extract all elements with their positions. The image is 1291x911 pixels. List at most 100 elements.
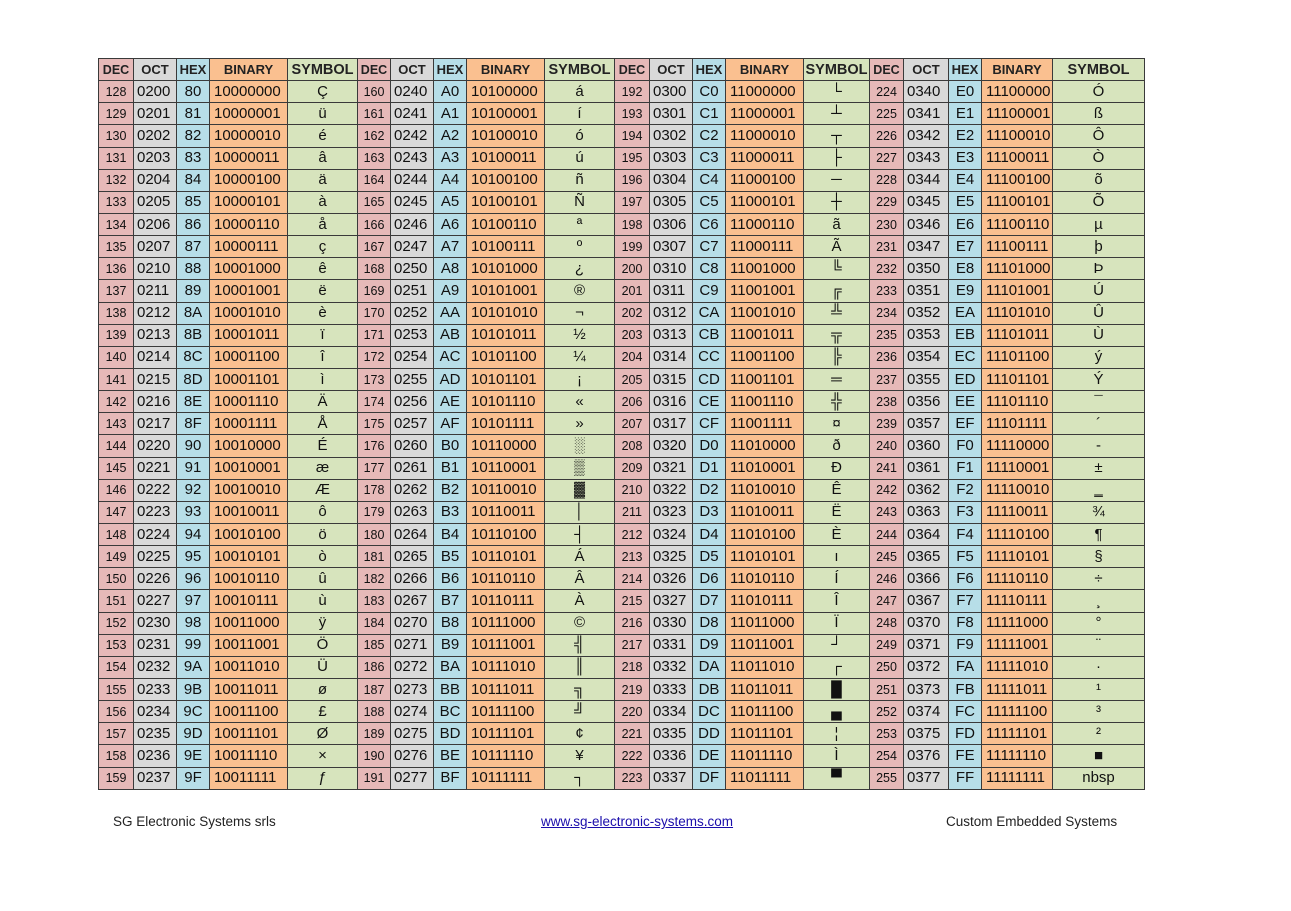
oct-cell: 0260 (390, 434, 434, 458)
symbol-cell: å (287, 212, 358, 237)
oct-cell: 0353 (903, 323, 949, 347)
oct-cell: 0220 (133, 434, 177, 458)
oct-cell: 0252 (390, 301, 434, 325)
dec-cell: 198 (614, 212, 650, 237)
binary-cell: 10000010 (209, 124, 288, 148)
table-row: 128 0200 80 10000000 Ç 160 0240 A0 10100000 á 192 0… (98, 80, 1145, 104)
hex-cell: 84 (176, 168, 210, 192)
hex-cell: EC (948, 345, 982, 369)
binary-cell: 10111100 (466, 700, 545, 724)
binary-cell: 10111000 (466, 611, 545, 635)
binary-cell: 11010001 (725, 456, 804, 480)
symbol-cell: ■ (1052, 744, 1145, 768)
dec-cell: 166 (357, 212, 391, 237)
dec-cell: 158 (98, 744, 134, 768)
oct-cell: 0231 (133, 633, 177, 657)
symbol-cell: Ç (287, 80, 358, 104)
symbol-cell: ± (1052, 456, 1145, 480)
binary-cell: 10011001 (209, 633, 288, 657)
symbol-cell: ¤ (803, 412, 870, 436)
dec-cell: 231 (869, 235, 904, 259)
oct-cell: 0306 (649, 212, 693, 237)
hex-cell: B4 (433, 522, 467, 547)
binary-cell: 11011010 (725, 655, 804, 679)
dec-cell: 199 (614, 235, 650, 259)
oct-cell: 0233 (133, 677, 177, 702)
hex-cell: F2 (948, 478, 982, 502)
symbol-cell: é (287, 124, 358, 148)
dec-cell: 209 (614, 456, 650, 480)
symbol-cell: ║ (544, 655, 615, 679)
header-row: DEC OCT HEX BINARY SYMBOL DEC OCT HEX BINARY SYMB… (98, 57, 1145, 82)
hex-cell: EB (948, 323, 982, 347)
dec-cell: 234 (869, 301, 904, 325)
oct-cell: 0204 (133, 168, 177, 192)
oct-cell: 0263 (390, 500, 434, 524)
table-row: 141 0215 8D 10001101 ì 173 0255 AD 10101101 ¡ 205 0… (98, 367, 1145, 392)
hex-cell: 89 (176, 279, 210, 303)
table-row: 154 0232 9A 10011010 Ü 186 0272 BA 10111010 ║ 218 0… (98, 655, 1145, 679)
oct-cell: 0214 (133, 345, 177, 369)
oct-cell: 0201 (133, 102, 177, 126)
hex-cell: 8D (176, 367, 210, 392)
binary-cell: 10100111 (466, 235, 545, 259)
symbol-cell: ½ (544, 323, 615, 347)
table-row: 132 0204 84 10000100 ä 164 0244 A4 10100100 ñ 196 0… (98, 168, 1145, 192)
binary-cell: 11000110 (725, 212, 804, 237)
symbol-cell: ╗ (544, 677, 615, 702)
dec-cell: 225 (869, 102, 904, 126)
symbol-cell: É (287, 434, 358, 458)
hex-cell: BD (433, 722, 467, 746)
symbol-cell: ┼ (803, 190, 870, 214)
table-row: 152 0230 98 10011000 ÿ 184 0270 B8 10111000 © 216 0… (98, 611, 1145, 635)
oct-cell: 0333 (649, 677, 693, 702)
symbol-cell: º (544, 235, 615, 259)
dec-cell: 184 (357, 611, 391, 635)
binary-cell: 11100000 (981, 80, 1053, 104)
symbol-cell: Ê (803, 478, 870, 502)
symbol-cell: ─ (803, 168, 870, 192)
binary-cell: 11011011 (725, 677, 804, 702)
dec-cell: 150 (98, 567, 134, 591)
binary-cell: 11001111 (725, 412, 804, 436)
binary-cell: 10110101 (466, 545, 545, 569)
binary-cell: 10001111 (209, 412, 288, 436)
oct-cell: 0225 (133, 545, 177, 569)
dec-cell: 206 (614, 390, 650, 414)
dec-cell: 178 (357, 478, 391, 502)
website-link[interactable]: www.sg-electronic-systems.com (541, 814, 733, 829)
hex-cell: C9 (692, 279, 726, 303)
oct-cell: 0224 (133, 522, 177, 547)
hex-cell: A6 (433, 212, 467, 237)
company-tagline: Custom Embedded Systems (946, 814, 1118, 829)
binary-cell: 10111001 (466, 633, 545, 657)
binary-cell: 11110111 (981, 589, 1053, 613)
header-oct: OCT (649, 57, 693, 82)
table-row: 145 0221 91 10010001 æ 177 0261 B1 10110001 ▒ 209 0… (98, 456, 1145, 480)
dec-cell: 230 (869, 212, 904, 237)
header-symbol: SYMBOL (544, 57, 615, 82)
symbol-cell: µ (1052, 212, 1145, 237)
symbol-cell: Ï (803, 611, 870, 635)
dec-cell: 133 (98, 190, 134, 214)
binary-cell: 10100011 (466, 146, 545, 170)
oct-cell: 0302 (649, 124, 693, 148)
hex-cell: A7 (433, 235, 467, 259)
header-dec: DEC (98, 57, 134, 82)
symbol-cell: © (544, 611, 615, 635)
symbol-cell: ³ (1052, 700, 1145, 724)
dec-cell: 143 (98, 412, 134, 436)
hex-cell: A5 (433, 190, 467, 214)
hex-cell: E4 (948, 168, 982, 192)
oct-cell: 0207 (133, 235, 177, 259)
binary-cell: 10000000 (209, 80, 288, 104)
binary-cell: 10011010 (209, 655, 288, 679)
dec-cell: 255 (869, 766, 904, 790)
hex-cell: CE (692, 390, 726, 414)
hex-cell: ED (948, 367, 982, 392)
hex-cell: CB (692, 323, 726, 347)
dec-cell: 243 (869, 500, 904, 524)
symbol-cell: ¿ (544, 257, 615, 281)
symbol-cell: í (544, 102, 615, 126)
oct-cell: 0327 (649, 589, 693, 613)
